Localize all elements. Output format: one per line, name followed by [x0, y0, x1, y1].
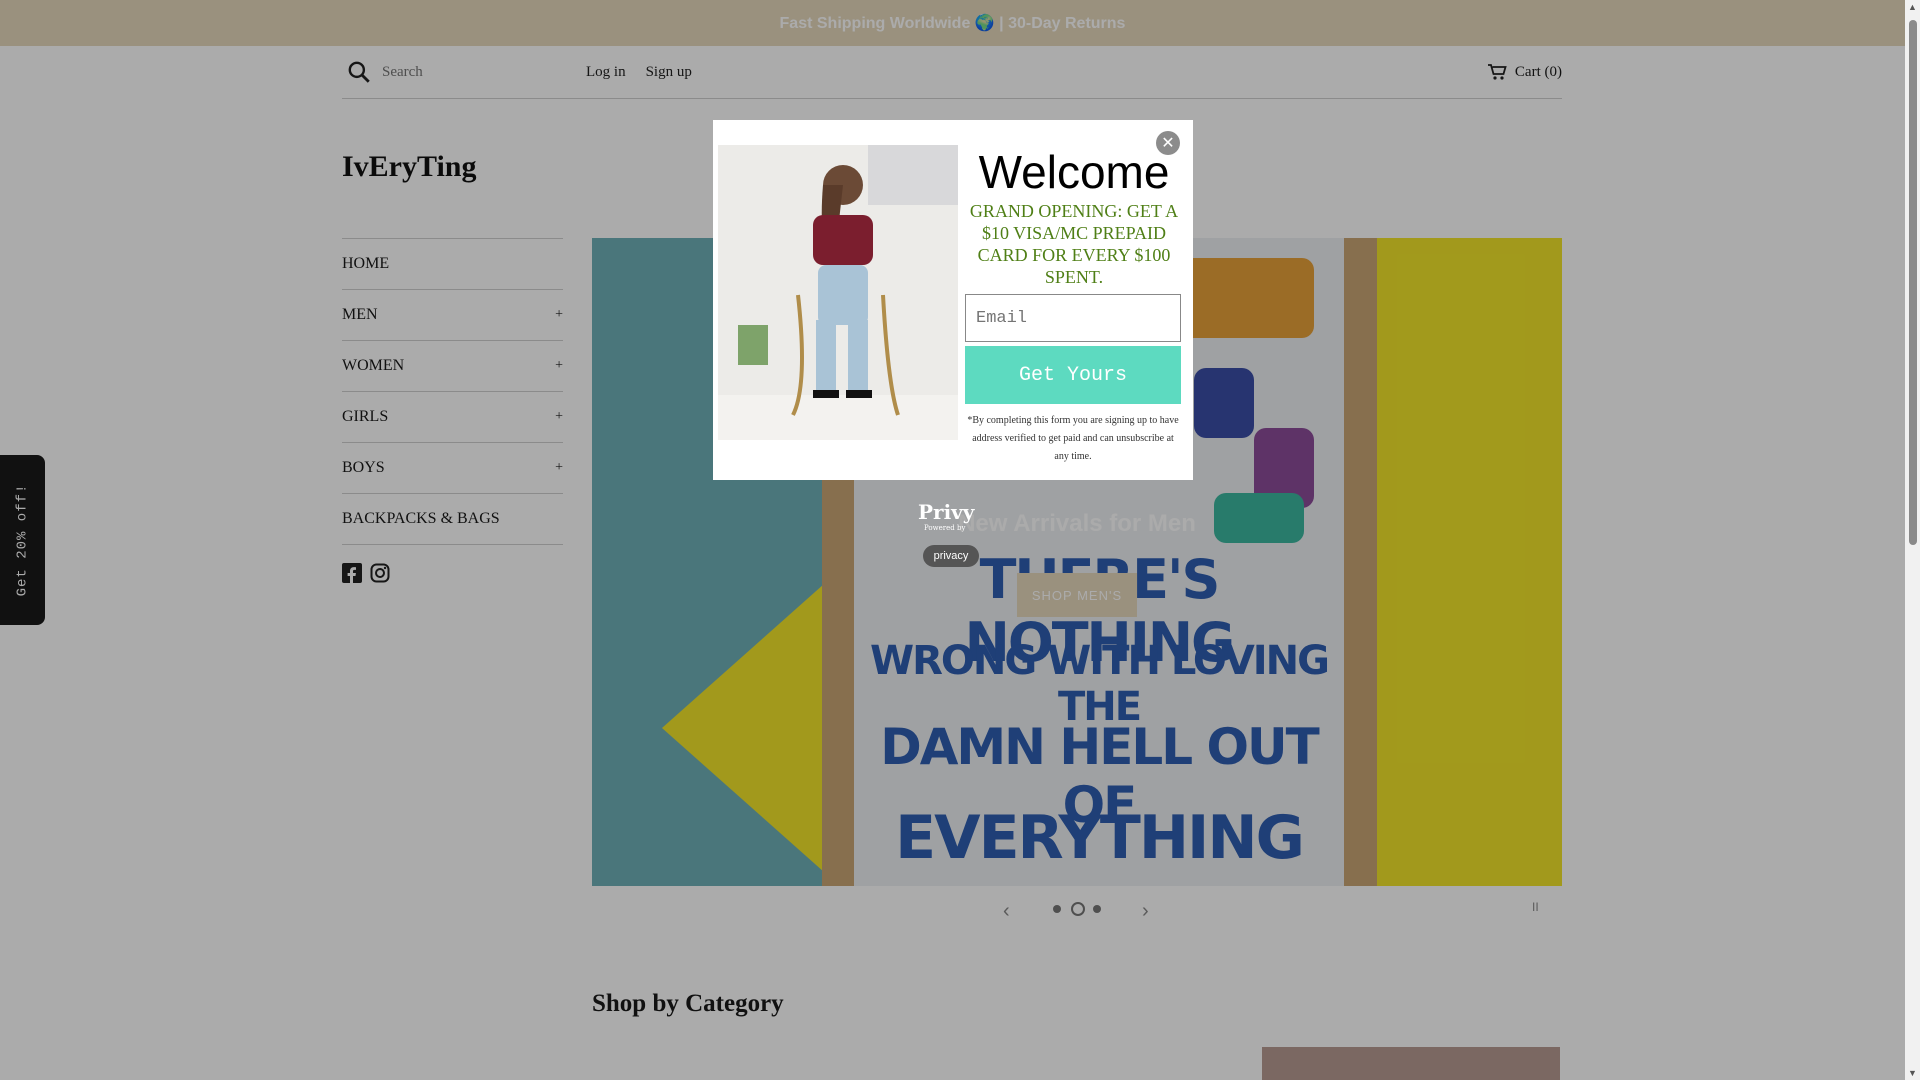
privy-powered-text: Powered by — [924, 524, 966, 532]
privy-logo[interactable]: Privy Powered by — [918, 500, 982, 532]
scrollbar-thumb[interactable] — [1909, 20, 1917, 545]
privy-logo-text: Privy — [918, 500, 975, 524]
popup-disclaimer: *By completing this form you are signing… — [967, 415, 1179, 462]
privacy-link[interactable]: privacy — [923, 545, 979, 567]
welcome-popup: ✕ Welcome GRAND OPENING: GET A $10 VISA/… — [713, 120, 1193, 480]
scroll-down-arrow[interactable]: ▼ — [1908, 1068, 1917, 1078]
popup-promo-text: GRAND OPENING: GET A $10 VISA/MC PREPAID… — [969, 201, 1179, 287]
popup-photo — [718, 145, 958, 440]
email-field[interactable] — [965, 294, 1181, 342]
popup-heading: Welcome — [978, 146, 1170, 198]
woman-photo-illustration — [718, 145, 958, 440]
get-yours-button[interactable]: Get Yours — [965, 346, 1181, 404]
page-scrollbar[interactable]: ▲ ▼ — [1905, 0, 1920, 1080]
scroll-up-arrow[interactable]: ▲ — [1908, 2, 1917, 12]
